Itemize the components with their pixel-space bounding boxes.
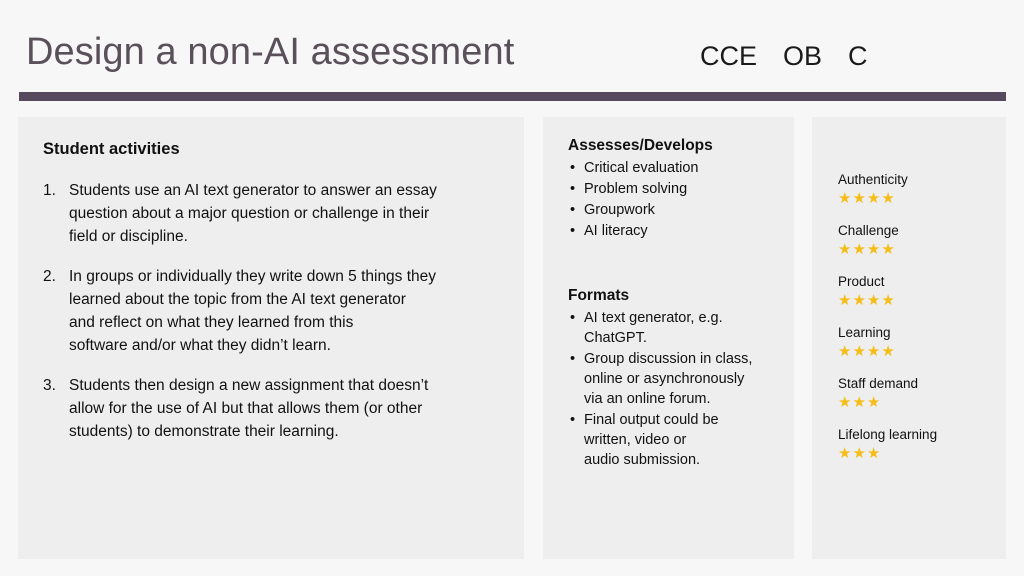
list-item-number: 2. bbox=[43, 268, 56, 285]
star-rating-icon: ★★★★ bbox=[838, 343, 896, 360]
rating-row-learning: Learning ★★★★ bbox=[838, 324, 998, 360]
rating-label: Staff demand bbox=[838, 376, 919, 391]
rating-label: Product bbox=[838, 274, 885, 289]
star-rating-icon: ★★★★ bbox=[838, 241, 896, 258]
rating-label: Lifelong learning bbox=[838, 427, 938, 442]
formats-block: Formats AI text generator, e.g. ChatGPT.… bbox=[568, 287, 783, 471]
student-activities-heading: Student activities bbox=[43, 140, 180, 158]
assesses-formats-panel: Assesses/Develops Critical evaluation Pr… bbox=[543, 117, 794, 559]
rating-row-product: Product ★★★★ bbox=[838, 273, 998, 309]
rating-row-lifelong-learning: Lifelong learning ★★★ bbox=[838, 426, 998, 462]
list-item-number: 1. bbox=[43, 182, 56, 199]
rating-label: Learning bbox=[838, 325, 891, 340]
list-item-number: 3. bbox=[43, 377, 56, 394]
formats-heading: Formats bbox=[568, 287, 630, 304]
rating-row-authenticity: Authenticity ★★★★ bbox=[838, 171, 998, 207]
header-code-c: C bbox=[848, 41, 868, 71]
student-activities-panel: Student activities 1. Students use an AI… bbox=[18, 117, 524, 559]
list-item: Problem solving bbox=[568, 179, 783, 199]
list-item-text: In groups or individually they write dow… bbox=[69, 268, 437, 354]
title-divider-rule bbox=[19, 92, 1006, 101]
assesses-develops-block: Assesses/Develops Critical evaluation Pr… bbox=[568, 137, 783, 242]
star-rating-icon: ★★★ bbox=[838, 445, 882, 462]
list-item: AI literacy bbox=[568, 221, 783, 241]
rating-row-staff-demand: Staff demand ★★★ bbox=[838, 375, 998, 411]
ratings-list: Authenticity ★★★★ Challenge ★★★★ Product… bbox=[838, 171, 998, 477]
star-rating-icon: ★★★ bbox=[838, 394, 882, 411]
student-activities-list: 1. Students use an AI text generator to … bbox=[43, 179, 513, 460]
formats-list: AI text generator, e.g. ChatGPT. Group d… bbox=[568, 308, 783, 470]
star-rating-icon: ★★★★ bbox=[838, 190, 896, 207]
list-item: 3. Students then design a new assignment… bbox=[43, 374, 513, 443]
assesses-develops-heading: Assesses/Develops bbox=[568, 137, 713, 154]
list-item: Groupwork bbox=[568, 200, 783, 220]
list-item: Group discussion in class, online or asy… bbox=[568, 349, 783, 409]
header-code-ob: OB bbox=[783, 41, 823, 71]
header-code-cce: CCE bbox=[700, 41, 758, 71]
list-item-text: Students use an AI text generator to ans… bbox=[69, 182, 437, 245]
page-title: Design a non-AI assessment bbox=[26, 31, 515, 73]
header-code-group: CCE OB C bbox=[700, 41, 868, 72]
rating-row-challenge: Challenge ★★★★ bbox=[838, 222, 998, 258]
assesses-develops-list: Critical evaluation Problem solving Grou… bbox=[568, 158, 783, 241]
list-item-text: Students then design a new assignment th… bbox=[69, 377, 429, 440]
rating-label: Authenticity bbox=[838, 172, 908, 187]
star-rating-icon: ★★★★ bbox=[838, 292, 896, 309]
list-item: Critical evaluation bbox=[568, 158, 783, 178]
rating-label: Challenge bbox=[838, 223, 899, 238]
list-item: 2. In groups or individually they write … bbox=[43, 265, 513, 357]
list-item: 1. Students use an AI text generator to … bbox=[43, 179, 513, 248]
slide-header: Design a non-AI assessment CCE OB C bbox=[0, 0, 1024, 101]
ratings-panel: Authenticity ★★★★ Challenge ★★★★ Product… bbox=[812, 117, 1006, 559]
list-item: Final output could be written, video or … bbox=[568, 410, 783, 470]
list-item: AI text generator, e.g. ChatGPT. bbox=[568, 308, 783, 348]
